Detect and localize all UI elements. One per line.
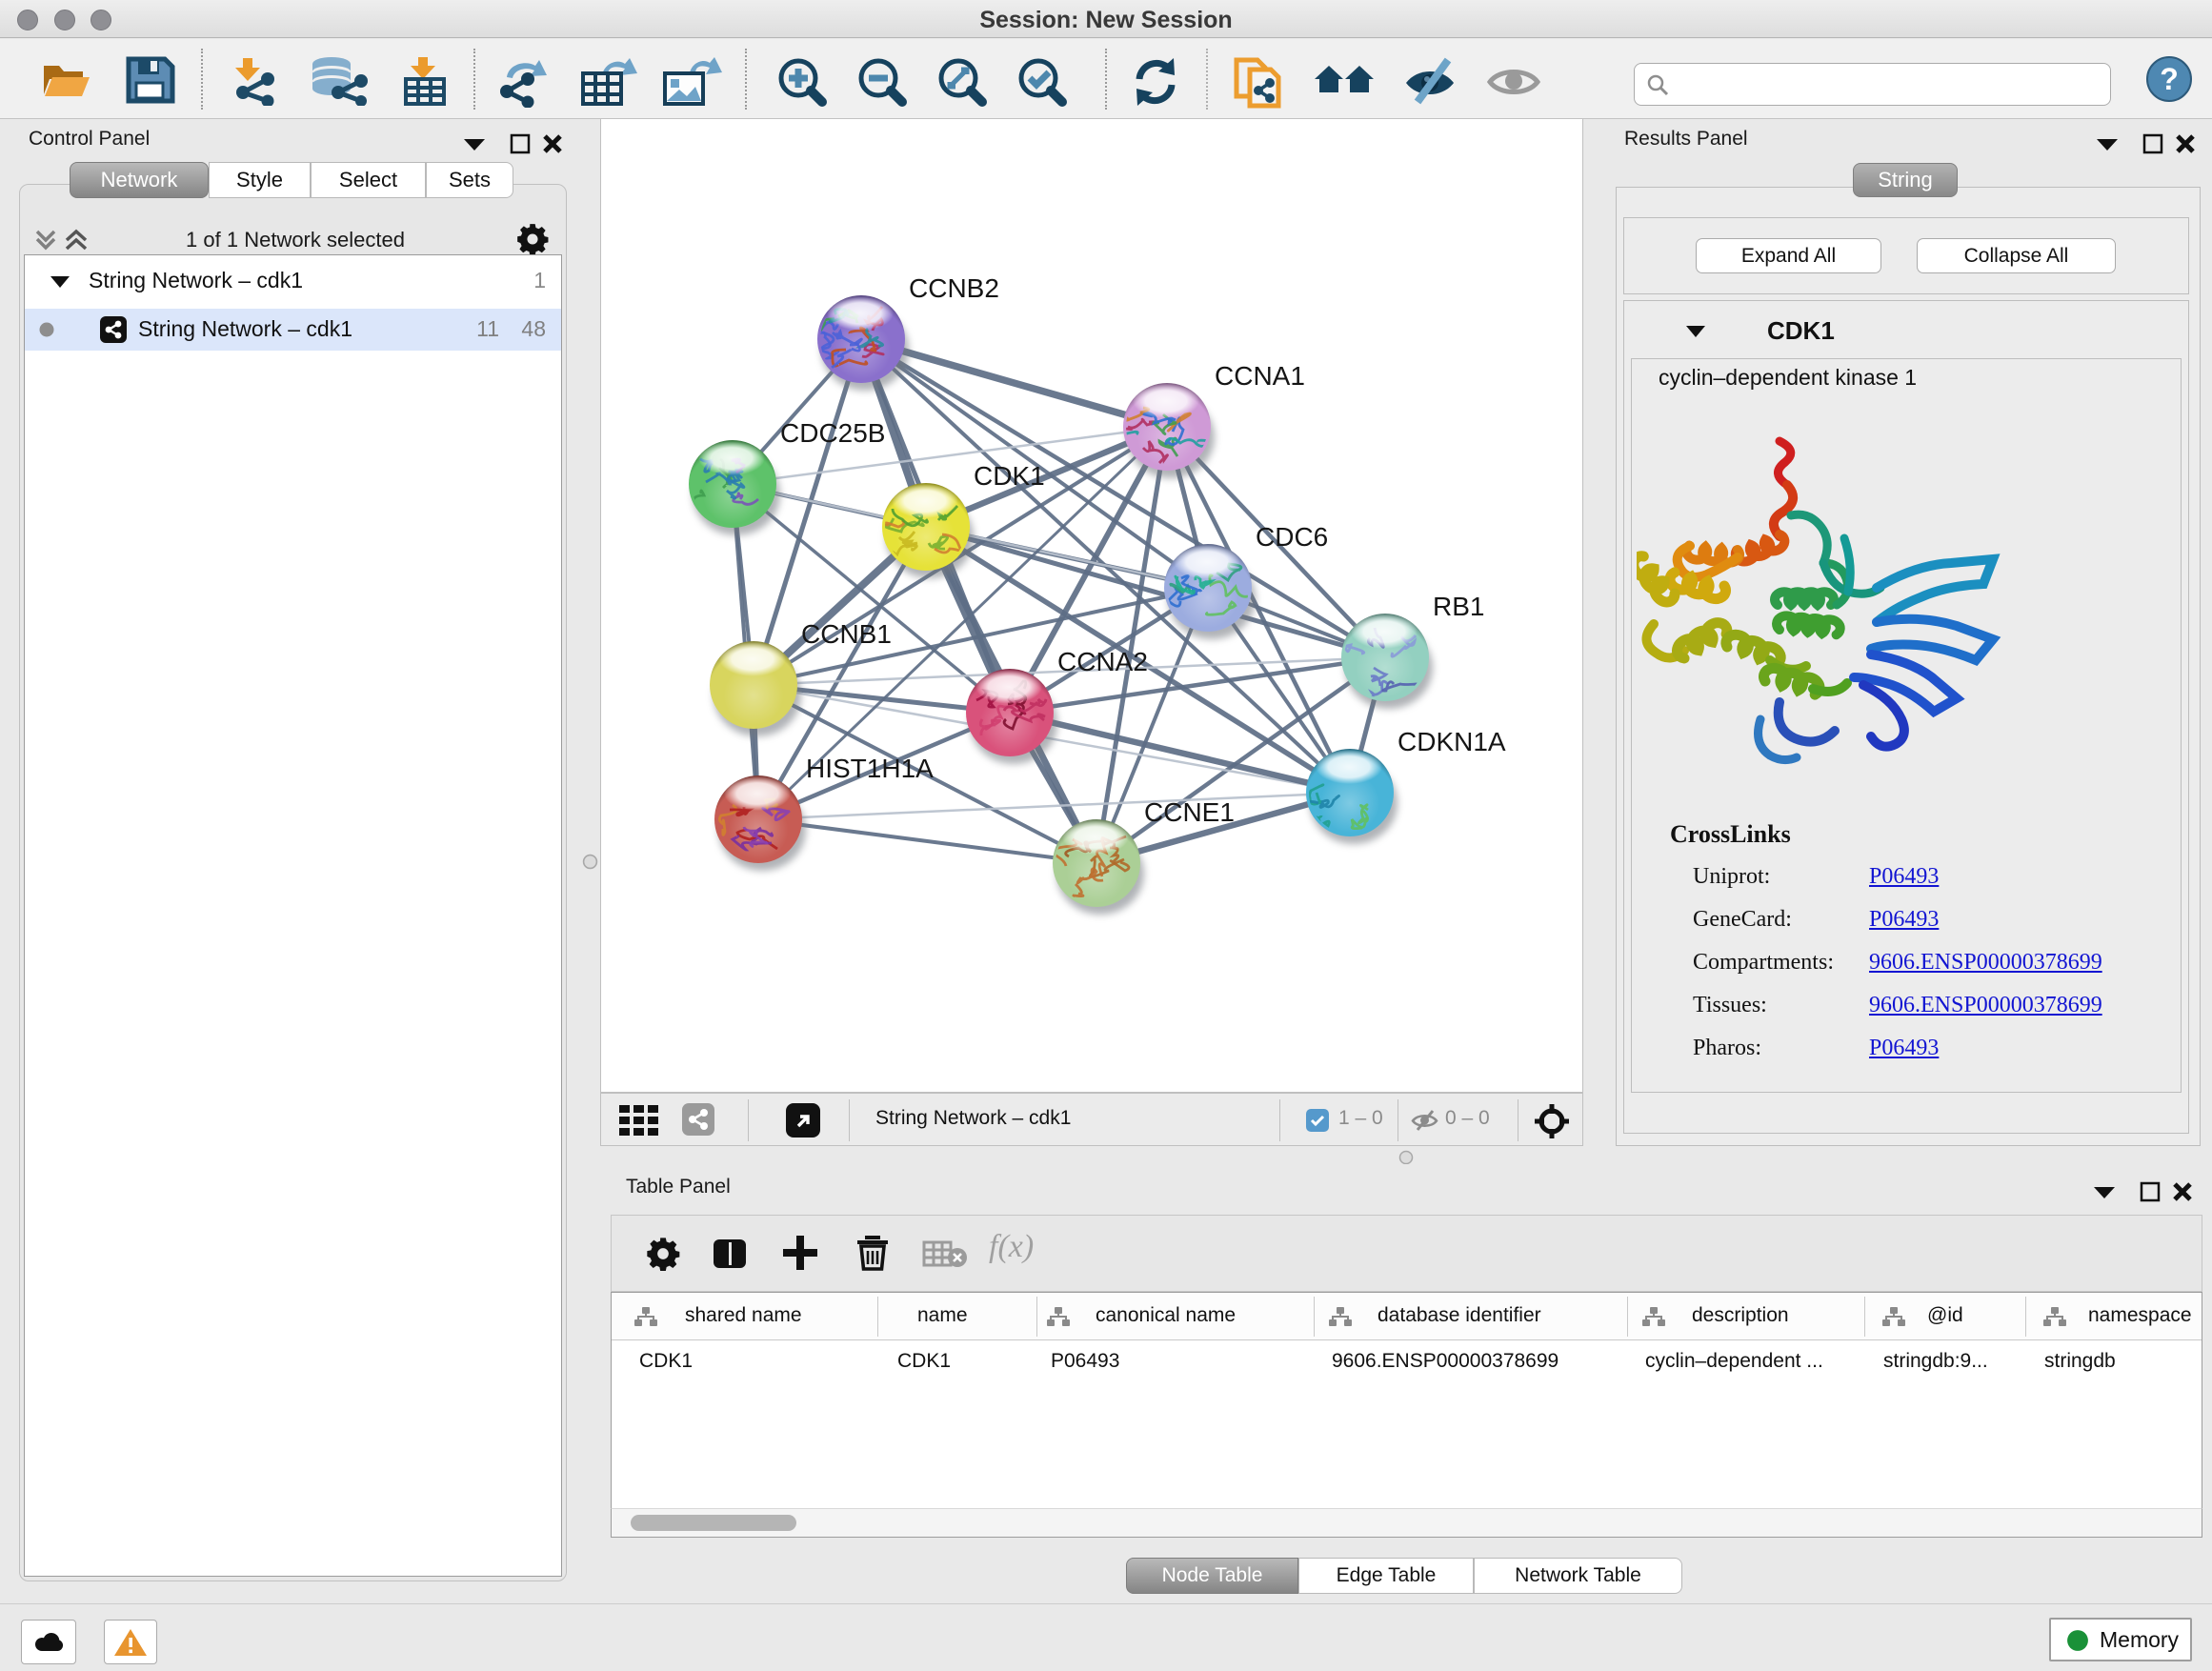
svg-text:RB1: RB1 — [1433, 592, 1484, 621]
svg-text:CDK1: CDK1 — [974, 461, 1045, 491]
svg-text:CDC25B: CDC25B — [780, 418, 885, 448]
svg-text:CCNA2: CCNA2 — [1057, 647, 1148, 676]
svg-text:HIST1H1A: HIST1H1A — [806, 754, 934, 783]
svg-text:CCNB1: CCNB1 — [801, 619, 892, 649]
svg-text:CCNB2: CCNB2 — [909, 273, 999, 303]
svg-text:CCNA1: CCNA1 — [1215, 361, 1305, 391]
svg-text:CDC6: CDC6 — [1256, 522, 1328, 552]
svg-text:CDKN1A: CDKN1A — [1398, 727, 1506, 756]
svg-text:?: ? — [2160, 62, 2179, 96]
svg-text:CCNE1: CCNE1 — [1144, 797, 1235, 827]
